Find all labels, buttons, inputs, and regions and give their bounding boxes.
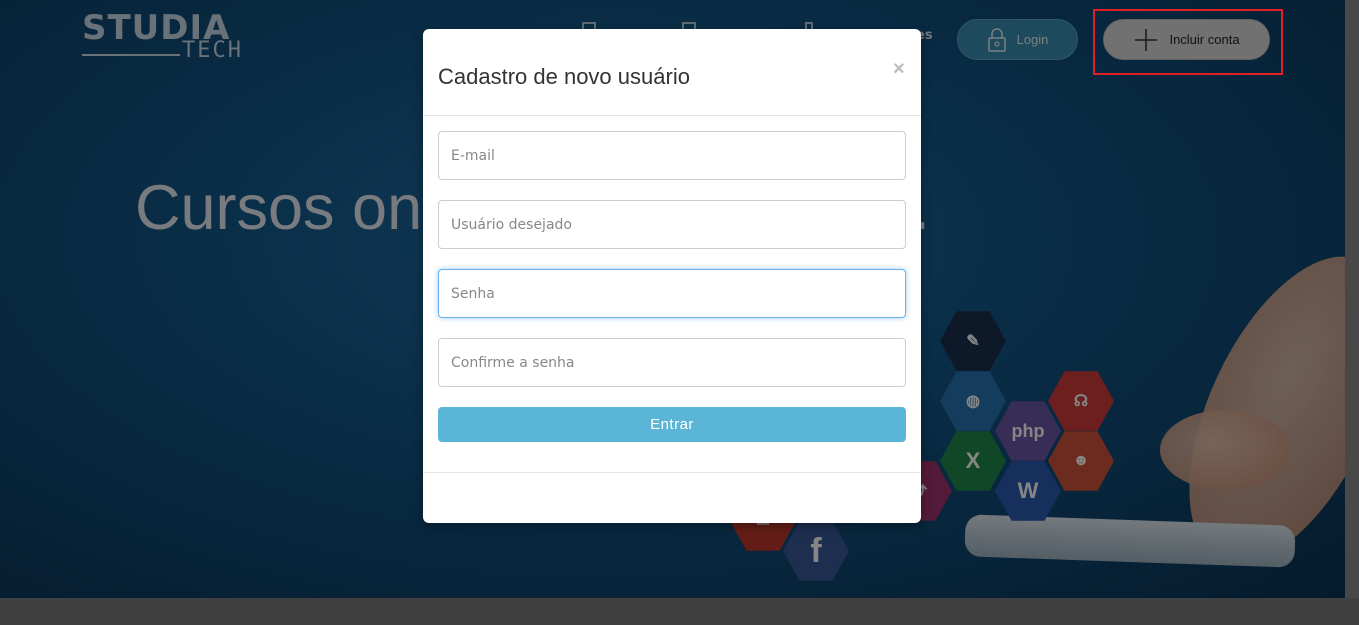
modal-title: Cadastro de novo usuário	[438, 64, 690, 89]
email-field[interactable]	[438, 131, 906, 180]
confirm-password-field[interactable]	[438, 338, 906, 387]
signup-modal: Cadastro de novo usuário × Entrar	[423, 29, 921, 523]
page: STUDIA TECH es Login Incluir conta Curso…	[0, 0, 1359, 625]
submit-button[interactable]: Entrar	[438, 407, 906, 442]
close-icon[interactable]: ×	[893, 58, 905, 81]
modal-header: Cadastro de novo usuário ×	[423, 29, 921, 116]
password-field[interactable]	[438, 269, 906, 318]
highlight-box	[1093, 9, 1283, 75]
modal-footer-divider	[423, 472, 921, 473]
username-field[interactable]	[438, 200, 906, 249]
